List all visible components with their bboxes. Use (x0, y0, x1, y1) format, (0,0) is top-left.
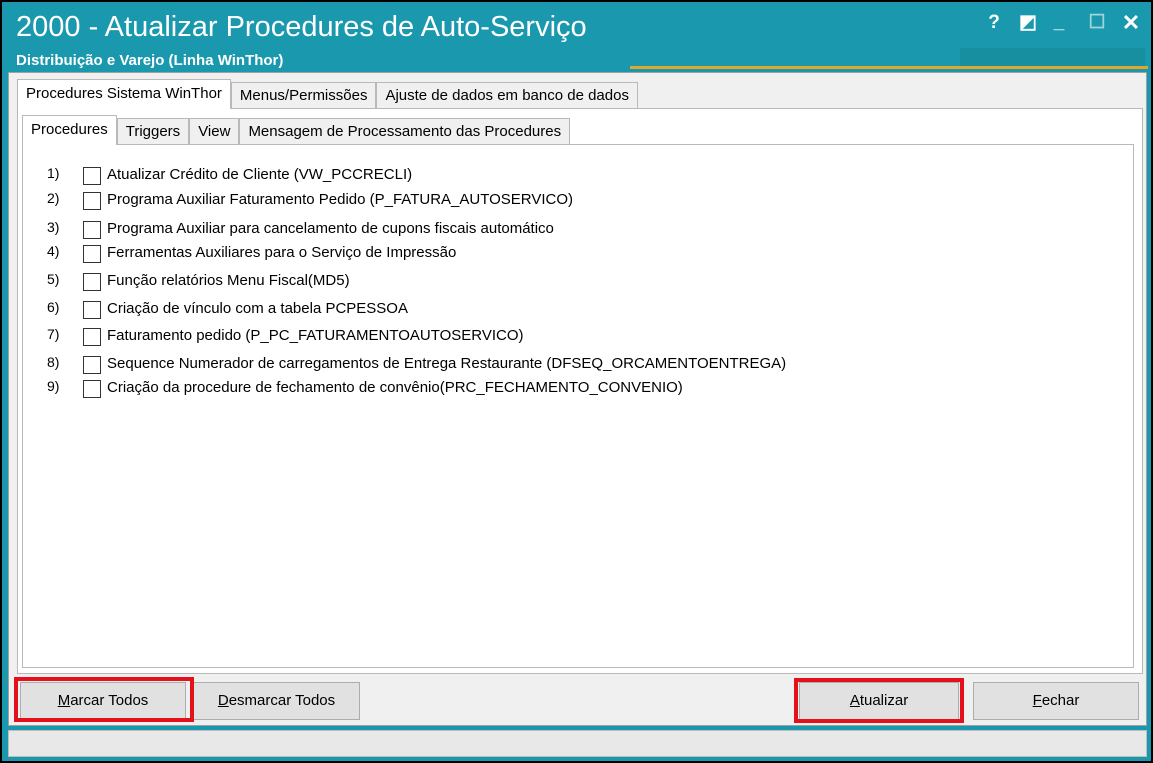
procedure-number: 7) (47, 326, 60, 342)
outer-tab-panel: Procedures Triggers View Mensagem de Pro… (17, 108, 1143, 674)
tab-menus-permissoes[interactable]: Menus/Permissões (230, 82, 377, 109)
tab-procedures-sistema-winthor[interactable]: Procedures Sistema WinThor (17, 79, 231, 109)
close-button[interactable]: Fechar (973, 682, 1139, 720)
close-label: echar (1041, 692, 1080, 709)
mark-all-mnemonic: M (57, 692, 71, 709)
procedure-number: 4) (47, 243, 60, 259)
procedure-checkbox[interactable] (83, 192, 101, 210)
procedure-number: 2) (47, 190, 60, 206)
mark-all-button[interactable]: Marcar Todos (20, 682, 186, 720)
procedure-checkbox[interactable] (83, 245, 101, 263)
title-bar[interactable]: 2000 - Atualizar Procedures de Auto-Serv… (2, 2, 1151, 72)
procedure-label[interactable]: Sequence Numerador de carregamentos de E… (107, 355, 786, 372)
procedure-label[interactable]: Atualizar Crédito de Cliente (VW_PCCRECL… (107, 166, 412, 183)
theme-toggle-icon[interactable]: ◩ (1015, 10, 1041, 36)
update-button[interactable]: Atualizar (799, 682, 959, 720)
close-icon[interactable]: ✕ (1118, 10, 1144, 36)
unmark-all-button[interactable]: Desmarcar Todos (193, 682, 360, 720)
client-area: Procedures Sistema WinThor Menus/Permiss… (8, 72, 1147, 726)
window-subtitle: Distribuição e Varejo (Linha WinThor) (16, 52, 284, 69)
window-title: 2000 - Atualizar Procedures de Auto-Serv… (16, 11, 587, 43)
procedure-label[interactable]: Faturamento pedido (P_PC_FATURAMENTOAUTO… (107, 327, 524, 344)
procedure-checkbox[interactable] (83, 167, 101, 185)
procedure-number: 8) (47, 354, 60, 370)
procedure-checkbox[interactable] (83, 380, 101, 398)
procedure-label[interactable]: Ferramentas Auxiliares para o Serviço de… (107, 244, 456, 261)
procedure-checkbox[interactable] (83, 221, 101, 239)
tab-mensagem-processamento[interactable]: Mensagem de Processamento das Procedures (239, 118, 571, 145)
close-mnemonic: F (1032, 692, 1042, 709)
outer-tab-strip: Procedures Sistema WinThor Menus/Permiss… (17, 79, 638, 109)
procedure-number: 5) (47, 271, 60, 287)
procedure-number: 9) (47, 378, 60, 394)
procedure-checkbox[interactable] (83, 356, 101, 374)
unmark-all-label: esmarcar Todos (228, 692, 336, 709)
tab-triggers[interactable]: Triggers (116, 118, 190, 145)
status-bar (8, 730, 1147, 757)
minimize-icon[interactable]: _ (1046, 10, 1072, 36)
title-accent-line (630, 66, 1148, 69)
unmark-all-mnemonic: D (217, 692, 229, 709)
inner-tab-strip: Procedures Triggers View Mensagem de Pro… (22, 115, 571, 145)
tab-ajuste-dados[interactable]: Ajuste de dados em banco de dados (376, 82, 638, 109)
maximize-icon[interactable]: ☐ (1084, 10, 1110, 36)
tab-procedures[interactable]: Procedures (22, 115, 117, 145)
mark-all-label: arcar Todos (70, 692, 149, 709)
title-accent-box (960, 48, 1145, 66)
procedures-panel: 1) Atualizar Crédito de Cliente (VW_PCCR… (22, 144, 1134, 668)
tab-view[interactable]: View (189, 118, 240, 145)
procedure-label[interactable]: Programa Auxiliar Faturamento Pedido (P_… (107, 191, 573, 208)
help-icon[interactable]: ? (981, 10, 1007, 36)
update-mnemonic: A (849, 692, 860, 709)
procedure-label[interactable]: Programa Auxiliar para cancelamento de c… (107, 220, 554, 237)
procedure-checkbox[interactable] (83, 273, 101, 291)
procedure-label[interactable]: Função relatórios Menu Fiscal(MD5) (107, 272, 350, 289)
procedure-label[interactable]: Criação da procedure de fechamento de co… (107, 379, 683, 396)
procedure-number: 6) (47, 299, 60, 315)
procedure-label[interactable]: Criação de vínculo com a tabela PCPESSOA (107, 300, 408, 317)
procedure-number: 3) (47, 219, 60, 235)
procedure-number: 1) (47, 165, 60, 181)
procedure-checkbox[interactable] (83, 328, 101, 346)
update-label: tualizar (859, 692, 909, 709)
procedure-checkbox[interactable] (83, 301, 101, 319)
